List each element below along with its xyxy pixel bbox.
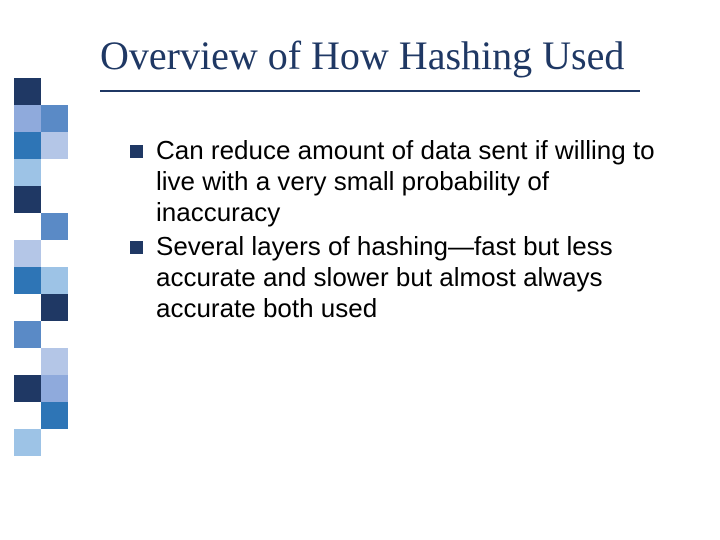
title-underline bbox=[100, 90, 640, 92]
bullet-text: Can reduce amount of data sent if willin… bbox=[156, 135, 655, 227]
bullet-item: Can reduce amount of data sent if willin… bbox=[130, 135, 660, 229]
slide-title: Overview of How Hashing Used bbox=[100, 32, 690, 79]
square-bullet-icon bbox=[130, 241, 143, 254]
bullet-text: Several layers of hashing—fast but less … bbox=[156, 231, 613, 323]
bullet-item: Several layers of hashing—fast but less … bbox=[130, 231, 660, 325]
square-bullet-icon bbox=[130, 145, 143, 158]
slide: Overview of How Hashing Used Can reduce … bbox=[0, 0, 720, 540]
slide-body: Can reduce amount of data sent if willin… bbox=[130, 135, 660, 326]
decor-squares bbox=[14, 78, 68, 456]
